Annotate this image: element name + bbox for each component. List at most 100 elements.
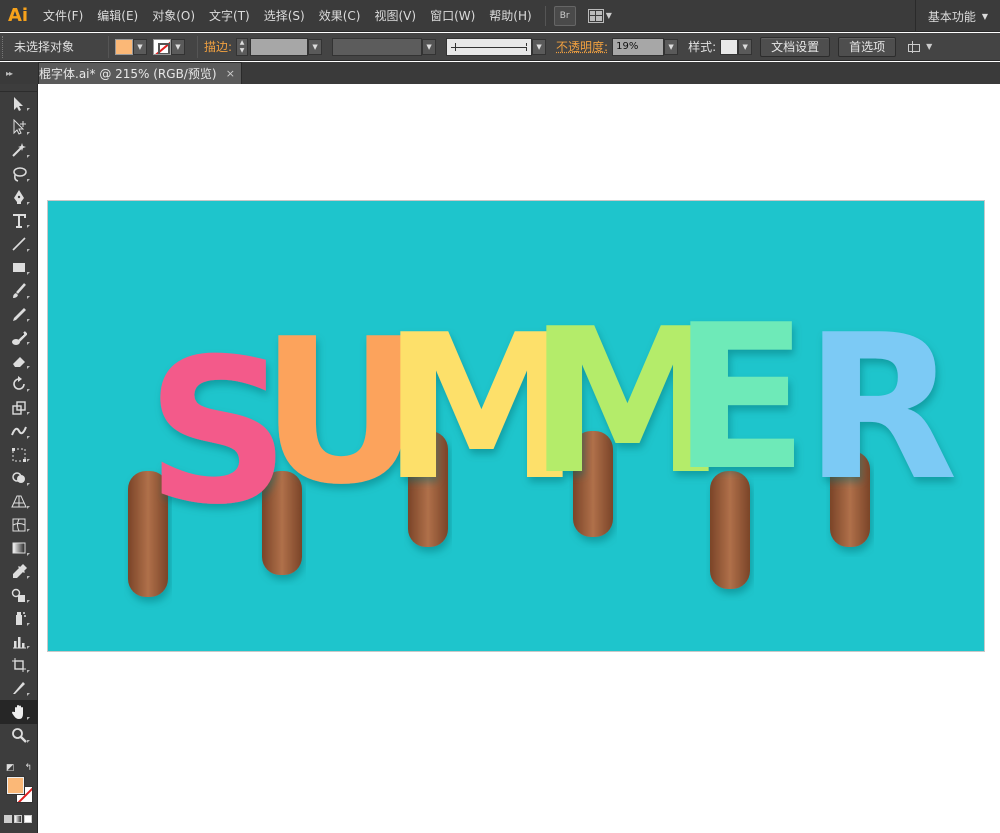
chevron-down-icon[interactable]: ▼ [738, 38, 753, 55]
menu-separator [544, 5, 546, 26]
chevron-down-icon: ▼ [605, 11, 612, 20]
menu-object[interactable]: 对象(O) [145, 0, 202, 32]
canvas[interactable]: SUMMER [39, 84, 1000, 833]
menu-effect[interactable]: 效果(C) [312, 0, 368, 32]
workspace-switcher[interactable]: 基本功能 ▼ [914, 0, 1000, 32]
panel-grip[interactable] [0, 84, 37, 92]
fill-color-swatch[interactable] [7, 777, 24, 794]
default-colors-icon[interactable]: ◩ [6, 763, 15, 773]
type-tool[interactable] [0, 209, 38, 232]
brush-definition[interactable] [446, 37, 533, 56]
chevron-down-icon: ▼ [926, 42, 933, 51]
selection-tool[interactable] [0, 92, 38, 115]
paintbrush-tool[interactable] [0, 279, 38, 302]
rectangle-icon [13, 263, 25, 273]
rotate-tool[interactable] [0, 373, 38, 396]
chevron-down-icon[interactable]: ▼ [308, 38, 323, 55]
bridge-button[interactable]: Br [553, 5, 576, 26]
workspace-label: 基本功能 [927, 9, 976, 24]
variable-width-profile[interactable] [332, 37, 423, 56]
gradient-mode-icon[interactable] [14, 815, 22, 823]
divider [108, 35, 109, 58]
hand-tool[interactable] [0, 700, 38, 724]
preferences-button[interactable]: 首选项 [838, 36, 897, 57]
symbol-sprayer-tool[interactable] [0, 607, 38, 630]
type-icon [13, 213, 26, 228]
stroke-color-picker[interactable]: ▼ [153, 38, 185, 55]
width-tool[interactable] [0, 419, 38, 442]
column-graph-tool[interactable] [0, 630, 38, 653]
fill-color-picker[interactable]: ▼ [115, 38, 147, 55]
close-icon[interactable]: × [226, 67, 235, 80]
chevron-down-icon[interactable]: ▼ [664, 38, 679, 55]
rectangle-tool[interactable] [0, 256, 38, 279]
blob-brush-tool[interactable] [0, 326, 38, 349]
direct-selection-icon [13, 119, 26, 135]
pen-icon [14, 190, 24, 205]
swap-colors-icon[interactable]: ↰ [24, 763, 32, 773]
magic-wand-tool[interactable] [0, 139, 38, 162]
document-setup-button[interactable]: 文档设置 [760, 36, 831, 57]
control-bar: 未选择对象 ▼ ▼ 描边: ▲ ▼ ▼ ▼ ▼ 不透明度: 19% ▼ 样式: ▼… [0, 33, 1000, 61]
paintbrush-icon [13, 282, 26, 298]
chevron-down-icon[interactable]: ▼ [171, 38, 185, 55]
eyedropper-icon [13, 563, 27, 578]
gradient-icon [12, 542, 26, 554]
shape-builder-tool[interactable] [0, 466, 38, 489]
blob-brush-icon [12, 330, 27, 345]
blend-tool[interactable] [0, 583, 38, 606]
free-transform-icon [12, 447, 26, 462]
shape-builder-icon [12, 472, 25, 483]
artwork-letter: R [804, 292, 958, 525]
arrange-menu[interactable]: ▼ [906, 40, 932, 54]
zoom-tool[interactable] [0, 724, 38, 747]
menu-view[interactable]: 视图(V) [367, 0, 423, 32]
scale-tool[interactable] [0, 396, 38, 419]
stroke-weight-input[interactable] [250, 37, 309, 56]
stroke-label[interactable]: 描边: [204, 38, 232, 55]
menu-edit[interactable]: 编辑(E) [90, 0, 145, 32]
lasso-tool[interactable] [0, 162, 38, 185]
stroke-swatch[interactable] [153, 38, 171, 55]
document-tab[interactable]: 冰棍字体.ai* @ 215% (RGB/预览) × [38, 62, 242, 84]
color-mode-icon[interactable] [4, 815, 12, 823]
perspective-grid-tool[interactable] [0, 490, 38, 513]
pencil-icon [13, 308, 26, 322]
pen-tool[interactable] [0, 186, 38, 209]
chevron-down-icon: ▼ [981, 11, 988, 21]
menu-select[interactable]: 选择(S) [257, 0, 312, 32]
app-logo: Ai [7, 5, 29, 26]
menu-help[interactable]: 帮助(H) [482, 0, 538, 32]
slice-tool[interactable] [0, 677, 38, 700]
mesh-tool[interactable] [0, 513, 38, 536]
free-transform-tool[interactable] [0, 443, 38, 466]
lasso-icon [13, 167, 27, 182]
selection-status: 未选择对象 [14, 40, 75, 54]
chevron-down-icon[interactable]: ▼ [532, 38, 547, 55]
eyedropper-tool[interactable] [0, 560, 38, 583]
tools-panel: ◩ ↰ [0, 84, 38, 833]
panel-grip[interactable] [2, 35, 8, 58]
eraser-tool[interactable] [0, 349, 38, 372]
none-mode-icon[interactable] [24, 815, 32, 823]
opacity-label[interactable]: 不透明度: [556, 38, 608, 55]
gradient-tool[interactable] [0, 536, 38, 559]
artboard-tool[interactable] [0, 653, 38, 676]
chevron-down-icon[interactable]: ▼ [422, 38, 437, 55]
menu-window[interactable]: 窗口(W) [423, 0, 482, 32]
scale-icon [12, 401, 26, 415]
direct-selection-tool[interactable] [0, 115, 38, 138]
fill-swatch[interactable] [115, 38, 133, 55]
stroke-weight-stepper[interactable]: ▲ ▼ [236, 37, 249, 56]
arrange-documents-button[interactable]: ▼ [587, 8, 612, 23]
chevron-down-icon[interactable]: ▼ [133, 38, 147, 55]
width-icon [11, 426, 27, 436]
graphic-style-swatch[interactable] [720, 38, 739, 55]
menu-type[interactable]: 文字(T) [202, 0, 257, 32]
opacity-input[interactable]: 19% [612, 37, 665, 56]
artboard[interactable]: SUMMER [48, 201, 984, 651]
collapse-panels-icon[interactable]: ▸▸ [0, 62, 38, 84]
line-segment-tool[interactable] [0, 232, 38, 255]
menu-file[interactable]: 文件(F) [36, 0, 90, 32]
pencil-tool[interactable] [0, 303, 38, 326]
